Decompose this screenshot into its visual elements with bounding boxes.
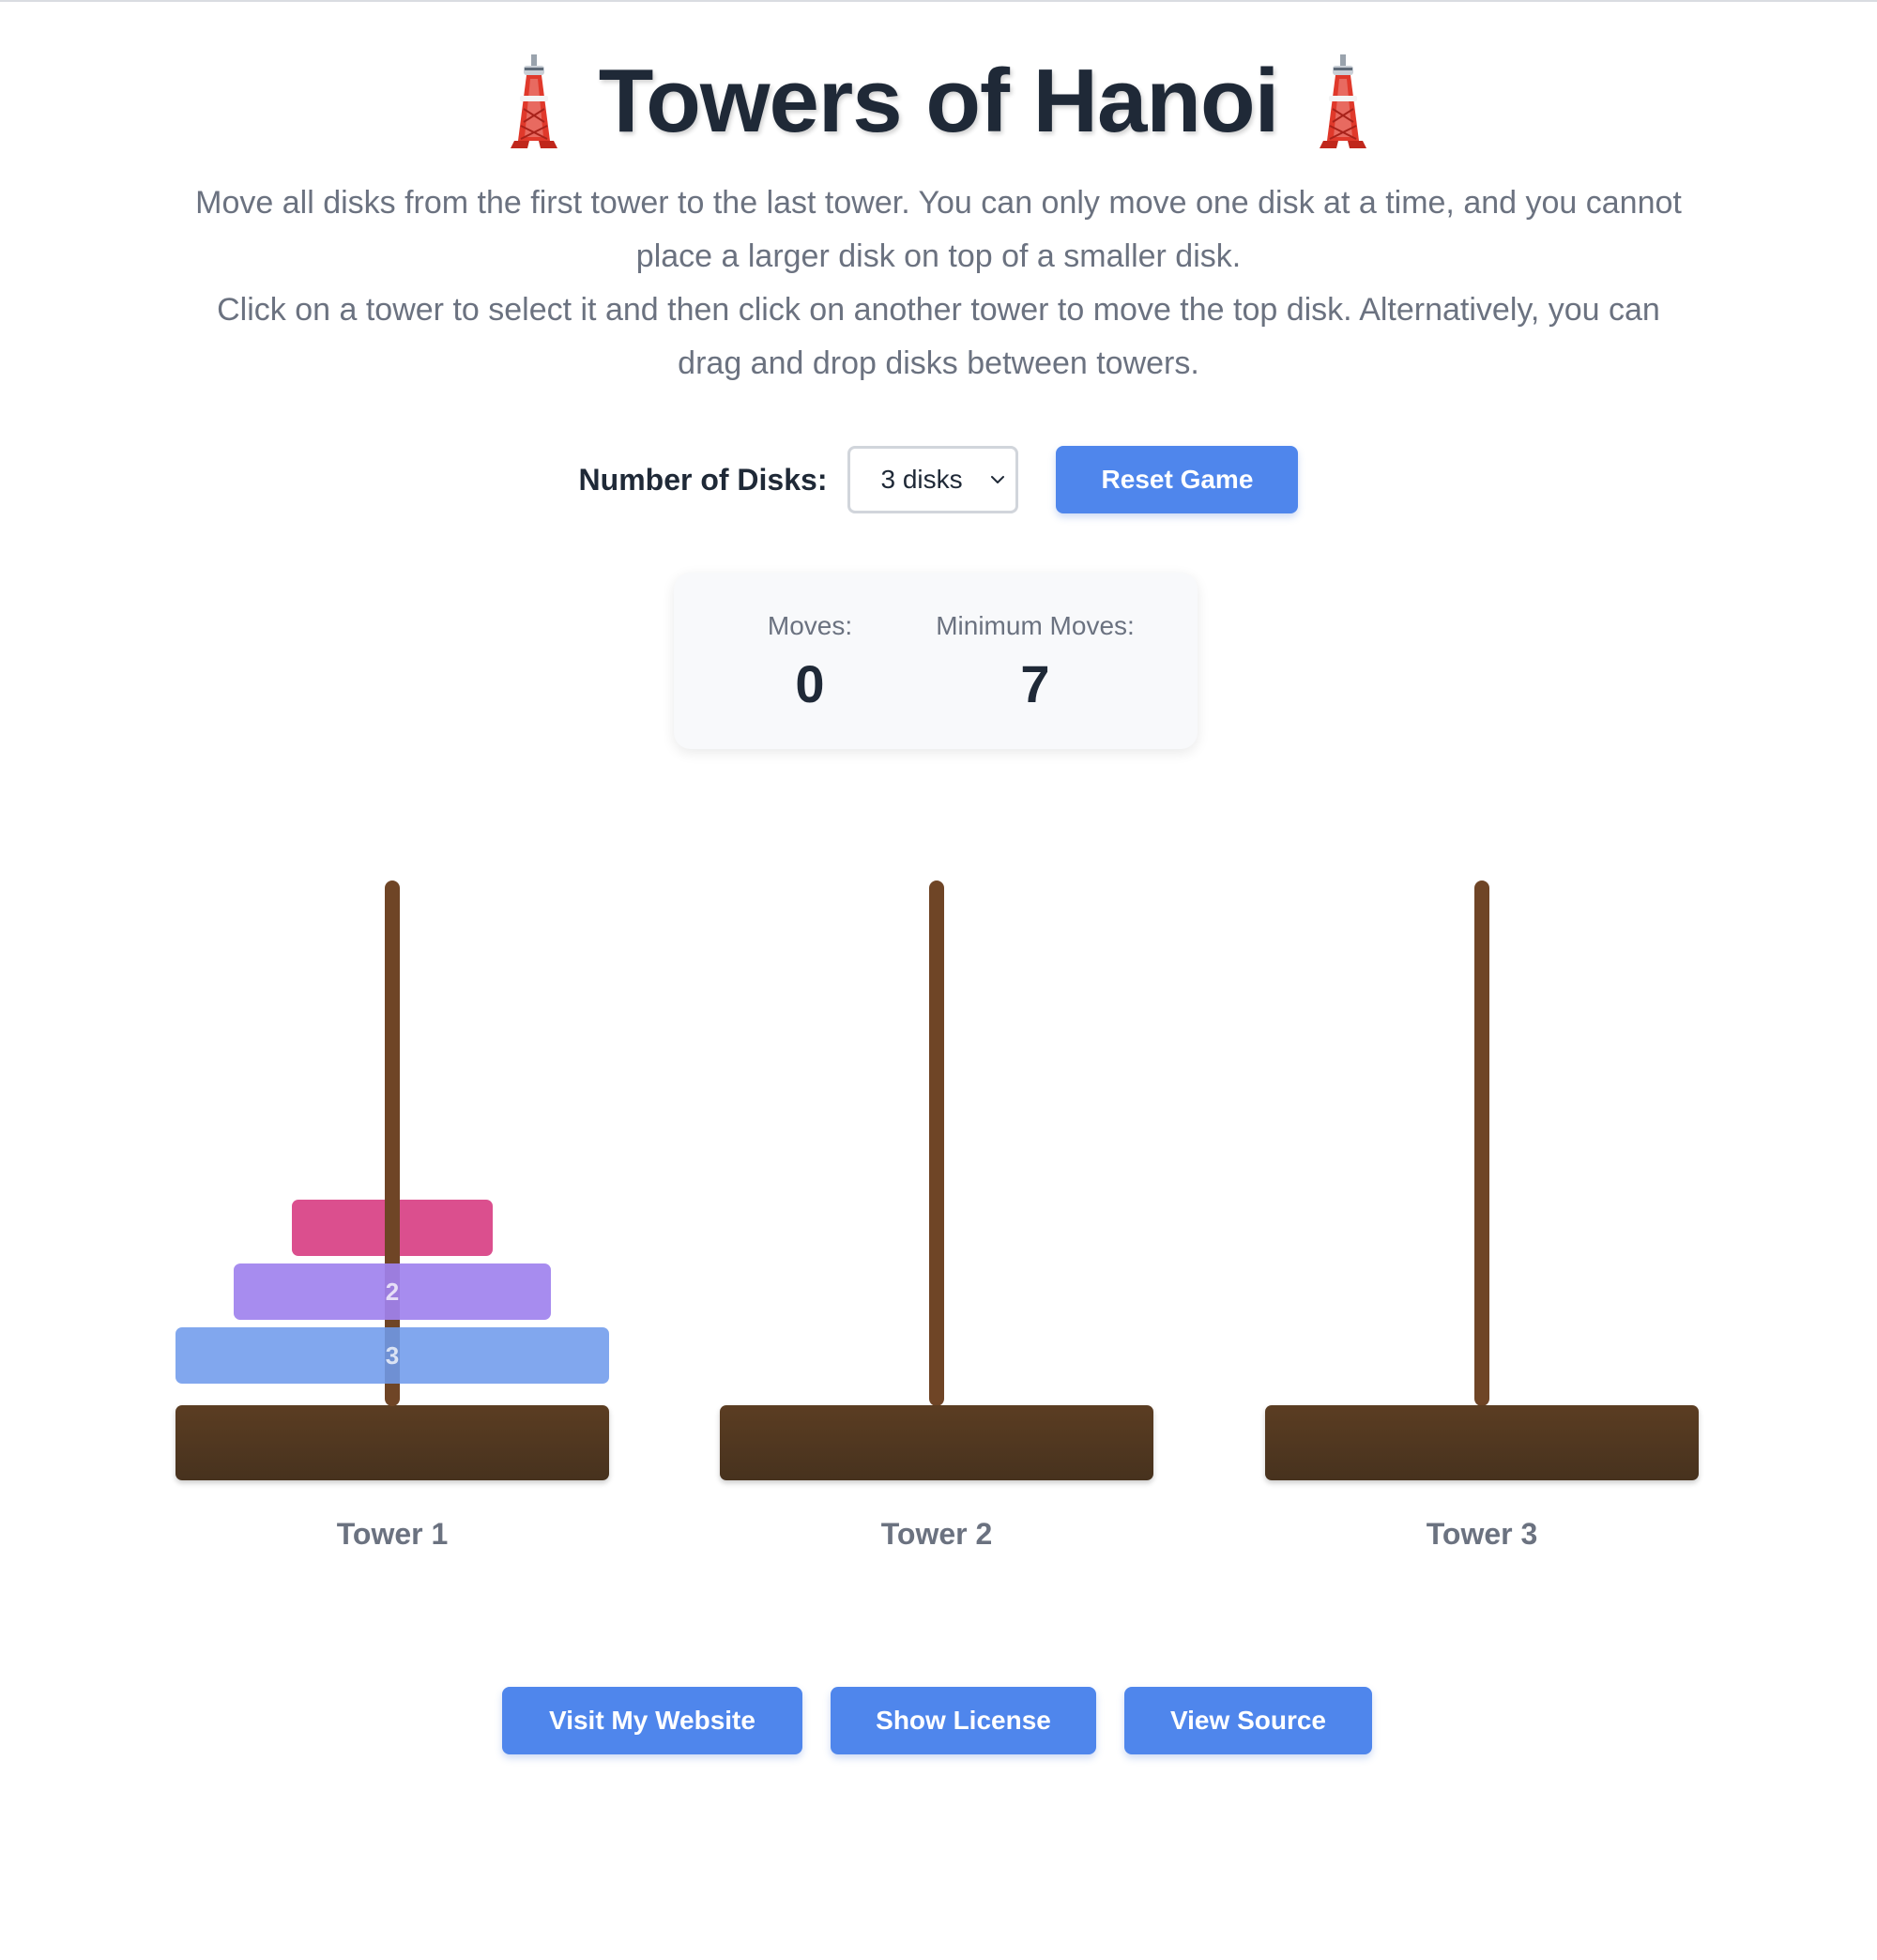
- disk-count-select[interactable]: 3 disks: [847, 446, 1019, 513]
- minimum-moves-stat: Minimum Moves: 7: [904, 610, 1167, 717]
- instructions-rules: Move all disks from the first tower to t…: [195, 185, 1682, 274]
- tokyo-tower-icon: [510, 54, 557, 148]
- disk-count-value: 3 disks: [880, 465, 963, 494]
- page-title: Towers of Hanoi: [598, 51, 1280, 151]
- tower-peg: [929, 880, 944, 1406]
- tower-2[interactable]: Tower 2: [720, 873, 1153, 1568]
- disk-number: 3: [385, 1340, 400, 1370]
- stats-card: Moves: 0 Minimum Moves: 7: [674, 573, 1198, 749]
- tokyo-tower-icon: [1320, 54, 1367, 148]
- view-source-button[interactable]: View Source: [1124, 1687, 1372, 1754]
- tower-base: [1265, 1405, 1699, 1480]
- tower-peg: [1474, 880, 1489, 1406]
- minimum-moves-label: Minimum Moves:: [936, 611, 1135, 640]
- minimum-moves-value: 7: [1020, 654, 1050, 713]
- tower-base: [175, 1405, 609, 1480]
- disk-number: 2: [385, 1277, 400, 1306]
- instructions-controls: Click on a tower to select it and then c…: [217, 292, 1660, 381]
- moves-label: Moves:: [767, 611, 853, 640]
- moves-value: 0: [795, 654, 825, 713]
- disk-3[interactable]: 3: [175, 1327, 609, 1384]
- instructions: Move all disks from the first tower to t…: [188, 176, 1689, 390]
- title-row: Towers of Hanoi: [0, 45, 1877, 158]
- moves-stat: Moves: 0: [730, 610, 890, 717]
- tower-base: [720, 1405, 1153, 1480]
- tower-1[interactable]: 1 2 3 Tower 1: [175, 873, 609, 1568]
- tower-label: Tower 2: [880, 1517, 993, 1551]
- reset-game-button[interactable]: Reset Game: [1056, 446, 1299, 513]
- tower-label: Tower 3: [1426, 1517, 1538, 1551]
- game-page: Towers of Hanoi Move all disks from the …: [0, 0, 1877, 1960]
- visit-website-button[interactable]: Visit My Website: [502, 1687, 802, 1754]
- show-license-button[interactable]: Show License: [831, 1687, 1096, 1754]
- disk-count-label: Number of Disks:: [578, 462, 828, 497]
- tower-label: Tower 1: [336, 1517, 449, 1551]
- controls-bar: Number of Disks: 3 disks Reset Game: [0, 445, 1877, 514]
- disk-2[interactable]: 2: [234, 1263, 551, 1320]
- tower-3[interactable]: Tower 3: [1265, 873, 1699, 1568]
- chevron-down-icon: [991, 476, 1005, 483]
